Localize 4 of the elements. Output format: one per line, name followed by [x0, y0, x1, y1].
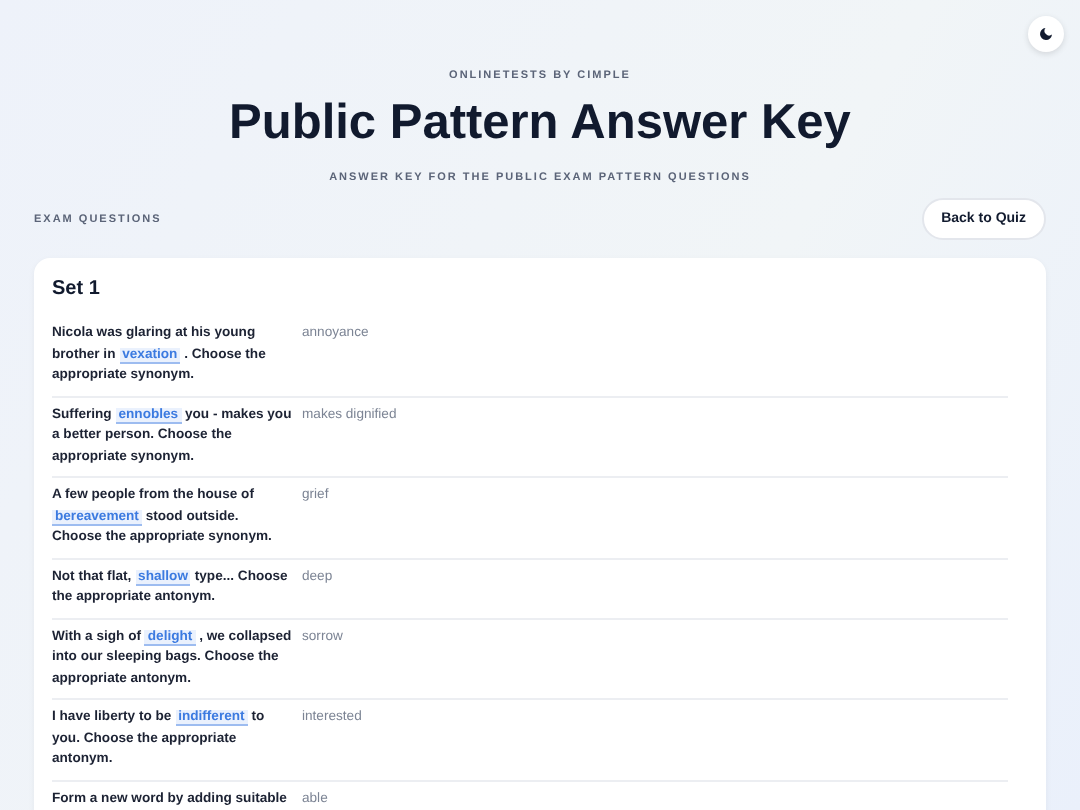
theme-toggle-button[interactable] [1028, 16, 1064, 52]
page-title: Public Pattern Answer Key [227, 94, 853, 154]
set-title: Set 1 [52, 278, 102, 300]
moon-icon [1038, 26, 1054, 42]
